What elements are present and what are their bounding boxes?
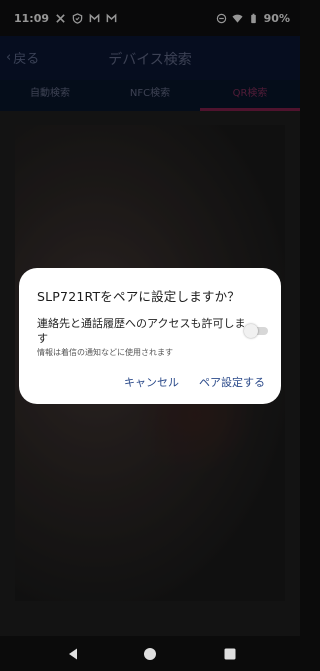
permission-sublabel: 情報は着信の通知などに使用されます	[37, 348, 173, 357]
back-triangle-icon[interactable]	[66, 646, 80, 660]
contacts-permission-toggle[interactable]	[244, 324, 270, 338]
recents-square-icon[interactable]	[223, 646, 237, 660]
cancel-button[interactable]: キャンセル	[124, 374, 179, 390]
toggle-thumb	[244, 324, 258, 338]
pairing-dialog: SLP721RTをペアに設定しますか？ 連絡先と通話履歴へのアクセスも許可します…	[19, 268, 281, 404]
permission-label: 連絡先と通話履歴へのアクセスも許可します	[37, 317, 246, 345]
pair-button[interactable]: ペア設定する	[199, 374, 265, 390]
home-circle-icon[interactable]	[143, 646, 157, 660]
contacts-permission-row[interactable]: 連絡先と通話履歴へのアクセスも許可します 情報は着信の通知などに使用されます	[37, 316, 268, 358]
dialog-actions: キャンセル ペア設定する	[124, 374, 265, 390]
dialog-title: SLP721RTをペアに設定しますか？	[37, 289, 241, 304]
system-nav-bar	[0, 636, 300, 671]
